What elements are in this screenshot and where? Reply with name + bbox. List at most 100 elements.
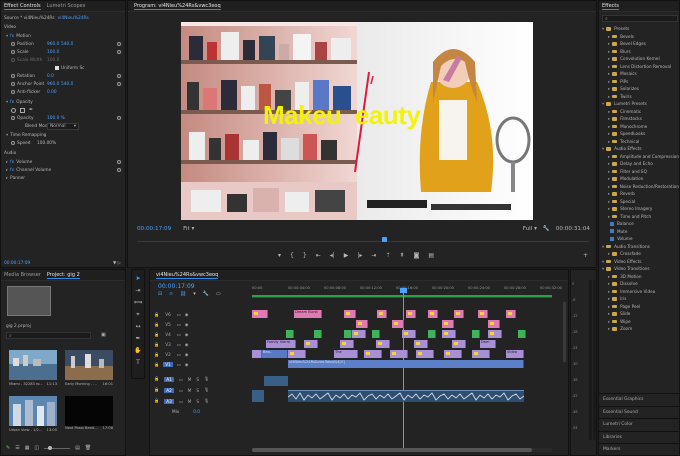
eye-icon[interactable]: ◉	[185, 342, 189, 347]
compare-icon[interactable]: ▤	[428, 252, 434, 259]
pen-tool-icon[interactable]: ✒	[133, 334, 143, 343]
stopwatch-icon[interactable]	[11, 141, 15, 145]
effects-list-item[interactable]: ▾ Audio Effects	[599, 145, 679, 153]
timeline-clip[interactable]	[416, 350, 434, 358]
timeline-clip[interactable]	[376, 340, 390, 348]
effects-title[interactable]: Effects	[602, 3, 619, 10]
eye-icon[interactable]: ◉	[185, 322, 189, 327]
effects-list-item[interactable]: ▸ Zoom	[599, 325, 679, 333]
wrench-icon[interactable]: 🔧	[543, 226, 550, 232]
timeline-clip[interactable]	[377, 310, 387, 318]
effects-list-item[interactable]: ▸ Dissolve	[599, 280, 679, 288]
timeline-clip[interactable]	[452, 340, 466, 348]
timeline-clip[interactable]	[428, 330, 436, 338]
reset-icon[interactable]	[117, 82, 121, 86]
sync-lock-icon[interactable]: ▭	[179, 399, 183, 404]
add-marker-icon[interactable]: ▾	[278, 252, 281, 259]
mic-icon[interactable]: 🎙	[204, 376, 209, 382]
lock-icon[interactable]: 🔒	[154, 362, 159, 368]
timeline-clip-v1[interactable]: vi4Nieu%24Rs&vwc3eoq%4[V]	[288, 360, 524, 368]
timeline-clip[interactable]: Family Vierm	[266, 340, 296, 348]
expand-triangle-icon[interactable]: ▸	[608, 94, 610, 99]
effects-list-item[interactable]: ▸ Amplitude and Compression	[599, 153, 679, 161]
expand-triangle-icon[interactable]: ▾	[602, 244, 604, 249]
timeline-clip[interactable]	[488, 320, 500, 328]
linked-selection-icon[interactable]: ⛓	[180, 291, 186, 297]
audio-clip[interactable]	[264, 376, 288, 386]
selection-tool-icon[interactable]: ➤	[133, 274, 143, 283]
video-track-header[interactable]: 🔒 V4 ▭ ◉	[150, 330, 238, 339]
timeline-clip[interactable]	[390, 350, 408, 358]
effects-list-item[interactable]: ▸ Technical	[599, 138, 679, 146]
effects-list-item[interactable]: ▸ Filter and EQ	[599, 168, 679, 176]
track-label[interactable]: V3	[163, 342, 173, 347]
effects-list-item[interactable]: ▸ Delay and Echo	[599, 160, 679, 168]
collapsed-panel-tab[interactable]: Essential Sound	[599, 405, 679, 418]
type-tool-icon[interactable]: T	[133, 358, 143, 367]
icon-view-icon[interactable]: ▦	[25, 445, 30, 451]
lock-icon[interactable]: 🔒	[154, 332, 159, 338]
expand-triangle-icon[interactable]: ▸	[608, 161, 610, 166]
effects-list-item[interactable]: ▾ Presets	[599, 25, 679, 33]
expand-triangle-icon[interactable]: ▸	[608, 304, 610, 309]
effects-list-item[interactable]: ▾ Audio Transitions	[599, 243, 679, 251]
timeline-clip[interactable]	[286, 330, 294, 338]
expand-triangle-icon[interactable]: ▾	[602, 259, 604, 264]
track-label[interactable]: V6	[163, 312, 173, 317]
opacity-row[interactable]: ▾ fx Opacity	[1, 98, 125, 106]
blend-mode-select[interactable]: Normal ▾	[47, 122, 79, 130]
timeline-clip[interactable]	[444, 350, 462, 358]
sync-lock-icon[interactable]: ▭	[177, 332, 181, 337]
expand-triangle-icon[interactable]: ▸	[608, 206, 610, 211]
effects-list-item[interactable]: ▸ Wipe	[599, 318, 679, 326]
effects-list-item[interactable]: ▸ Monochrome	[599, 123, 679, 131]
captions-icon[interactable]: ▭	[216, 291, 221, 297]
expand-triangle-icon[interactable]: ▸	[608, 176, 610, 181]
effects-list-item[interactable]: ▸ Bevels	[599, 33, 679, 41]
pencil-icon[interactable]: ✎	[6, 445, 10, 451]
timeline-clip[interactable]	[442, 320, 454, 328]
expand-triangle-icon[interactable]: ▸	[608, 281, 610, 286]
expand-triangle-icon[interactable]: ▸	[608, 184, 610, 189]
effects-list-item[interactable]: ▸ Filmstocks	[599, 115, 679, 123]
anchor-y-value[interactable]: 540.0	[61, 82, 73, 87]
audio-track-header[interactable]: 🔒 A3 ▭ M S 🎙	[150, 396, 238, 406]
mark-in-icon[interactable]: {	[290, 252, 294, 259]
lift-icon[interactable]: ⇡	[385, 252, 390, 259]
lock-icon[interactable]: 🔒	[154, 398, 159, 404]
timeline-vertical-scrollbar[interactable]	[563, 302, 566, 362]
eye-icon[interactable]: ◉	[185, 352, 189, 357]
timeline-clip[interactable]	[428, 310, 438, 318]
tab-lumetri-scopes[interactable]: Lumetri Scopes	[47, 3, 86, 9]
mic-icon[interactable]: 🎙	[204, 398, 209, 404]
timeline-clip[interactable]	[506, 310, 516, 318]
opacity-value[interactable]: 100.0 %	[47, 116, 65, 121]
track-label[interactable]: V2	[163, 352, 173, 357]
timeline-clip[interactable]	[402, 330, 416, 338]
expand-triangle-icon[interactable]: ▸	[608, 116, 610, 121]
ripple-edit-tool-icon[interactable]: ⟺	[133, 298, 143, 307]
sync-lock-icon[interactable]: ▭	[177, 342, 181, 347]
full-select[interactable]: Full ▾	[523, 226, 537, 232]
mute-icon[interactable]: M	[188, 388, 192, 393]
stopwatch-icon[interactable]	[11, 74, 15, 78]
expand-triangle-icon[interactable]: ▸	[608, 124, 610, 129]
timeline-clip[interactable]: Dream Burst	[294, 310, 322, 318]
expand-triangle-icon[interactable]: ▸	[608, 154, 610, 159]
mic-icon[interactable]: 🎙	[204, 387, 209, 393]
effects-list-item[interactable]: ▸ Bevel Edges	[599, 40, 679, 48]
effect-controls-timecode[interactable]: 00:00:17:09	[4, 261, 30, 266]
collapsed-panel-tab[interactable]: Libraries	[599, 430, 679, 443]
lock-icon[interactable]: 🔒	[154, 352, 159, 358]
uniform-scale-checkbox[interactable]	[55, 66, 59, 70]
timeline-clip[interactable]	[340, 340, 354, 348]
timeline-clip[interactable]	[414, 340, 428, 348]
fit-select[interactable]: Fit ▾	[183, 226, 194, 232]
expand-triangle-icon[interactable]: ▾	[602, 266, 604, 271]
expand-triangle-icon[interactable]: ▸	[608, 56, 610, 61]
trash-icon[interactable]: 🗑	[85, 445, 91, 451]
effects-list-item[interactable]: ▸ Immersive Video	[599, 288, 679, 296]
motion-row[interactable]: ▾ fx Motion	[1, 32, 125, 40]
filter-icon[interactable]: ▼ ▷	[113, 261, 121, 266]
program-scrub-bar[interactable]	[137, 237, 589, 242]
